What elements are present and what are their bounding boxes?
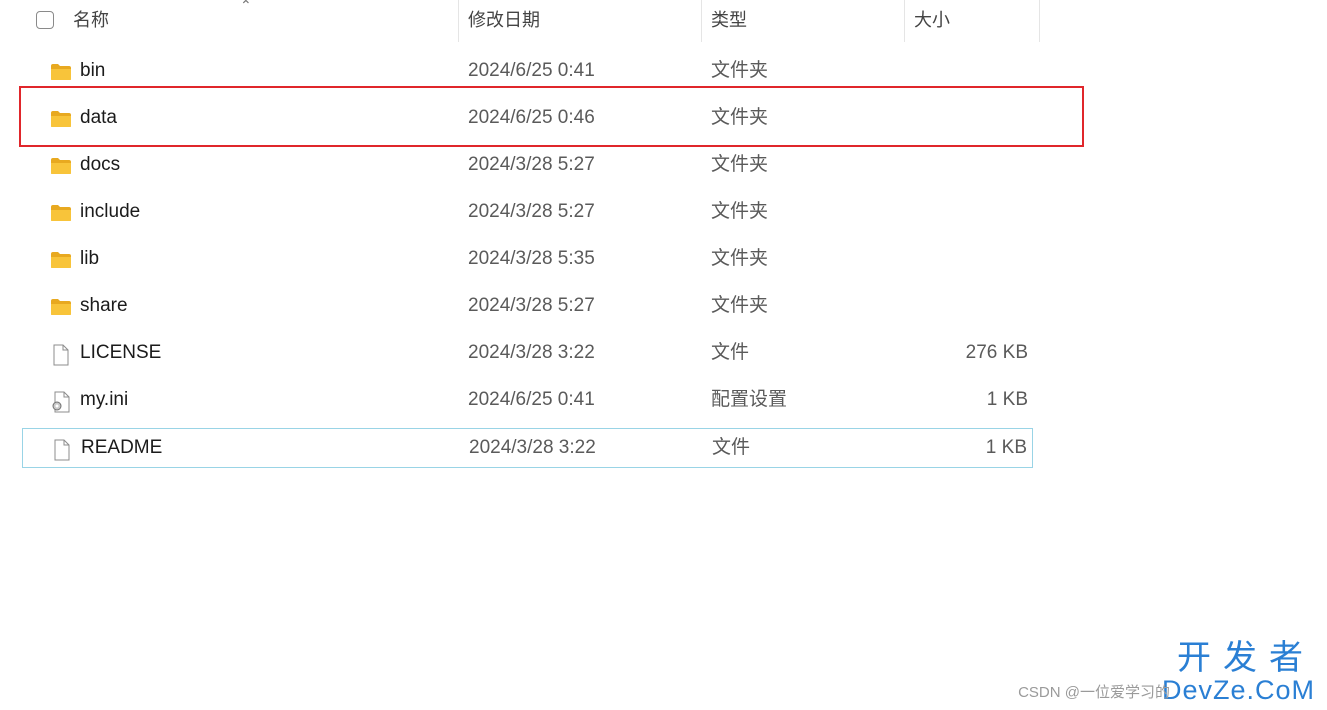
folder-icon [50, 109, 72, 129]
file-row-include[interactable]: include 2024/3/28 5:27 文件夹 [22, 193, 1033, 233]
folder-icon [50, 62, 72, 82]
chevron-up-icon: ⌃ [240, 0, 252, 13]
file-row-lib[interactable]: lib 2024/3/28 5:35 文件夹 [22, 240, 1033, 280]
file-row-bin[interactable]: bin 2024/6/25 0:41 文件夹 [22, 52, 1033, 92]
file-modified-date: 2024/3/28 3:22 [468, 342, 595, 363]
file-name: lib [80, 248, 100, 269]
file-modified-date: 2024/3/28 3:22 [469, 437, 596, 458]
file-name: docs [80, 154, 121, 175]
file-row-readme[interactable]: README 2024/3/28 3:22 文件 1 KB [22, 428, 1033, 468]
file-name: include [80, 201, 141, 222]
select-all-checkbox[interactable] [36, 11, 54, 29]
file-type: 文件夹 [711, 248, 769, 269]
file-explorer: 名称 ⌃ 修改日期 类型 大小 bin 2024/6/25 0:41 文件夹 data… [0, 0, 1327, 710]
file-modified-date: 2024/6/25 0:41 [468, 60, 595, 81]
file-size: 1 KB [985, 437, 1027, 458]
file-type: 文件夹 [711, 201, 769, 222]
file-modified-date: 2024/3/28 5:27 [468, 201, 595, 222]
file-icon [51, 439, 73, 461]
file-row-data[interactable]: data 2024/6/25 0:46 文件夹 [22, 99, 1033, 139]
file-modified-date: 2024/3/28 5:27 [468, 154, 595, 175]
column-header-name[interactable]: 名称 [73, 0, 109, 42]
file-name: share [80, 295, 128, 316]
file-type: 文件夹 [711, 295, 769, 316]
file-type: 配置设置 [711, 389, 788, 410]
watermark-title: 开发者 [1177, 638, 1315, 678]
column-divider[interactable] [904, 0, 905, 42]
file-type: 文件 [712, 437, 751, 458]
file-name: bin [80, 60, 106, 81]
config-file-icon [50, 391, 72, 413]
watermark-author: CSDN @一位爱学习的 [1018, 684, 1170, 701]
file-modified-date: 2024/3/28 5:27 [468, 295, 595, 316]
file-name: data [80, 107, 117, 128]
file-modified-date: 2024/6/25 0:46 [468, 107, 595, 128]
file-name: LICENSE [80, 342, 162, 363]
folder-icon [50, 203, 72, 223]
file-modified-date: 2024/6/25 0:41 [468, 389, 595, 410]
column-header-date[interactable]: 修改日期 [468, 0, 540, 42]
file-type: 文件 [711, 342, 750, 363]
column-divider[interactable] [458, 0, 459, 42]
column-header-type[interactable]: 类型 [711, 0, 747, 42]
column-header-size[interactable]: 大小 [914, 0, 950, 42]
watermark-domain: DevZe.CoM [1161, 675, 1315, 705]
file-size: 276 KB [965, 342, 1028, 363]
folder-icon [50, 156, 72, 176]
file-type: 文件夹 [711, 107, 769, 128]
file-icon [50, 344, 72, 366]
watermark: 开发者 CSDN @一位爱学习的 DevZe.CoM [1018, 638, 1315, 705]
column-divider[interactable] [1039, 0, 1040, 42]
file-row-share[interactable]: share 2024/3/28 5:27 文件夹 [22, 287, 1033, 327]
file-type: 文件夹 [711, 60, 769, 81]
folder-icon [50, 297, 72, 317]
file-row-license[interactable]: LICENSE 2024/3/28 3:22 文件 276 KB [22, 334, 1033, 374]
column-divider[interactable] [701, 0, 702, 42]
file-name: my.ini [80, 389, 129, 410]
file-type: 文件夹 [711, 154, 769, 175]
column-header: 名称 ⌃ 修改日期 类型 大小 [0, 0, 1040, 42]
file-row-docs[interactable]: docs 2024/3/28 5:27 文件夹 [22, 146, 1033, 186]
file-modified-date: 2024/3/28 5:35 [468, 248, 595, 269]
folder-icon [50, 250, 72, 270]
file-name: README [81, 437, 163, 458]
file-size: 1 KB [986, 389, 1028, 410]
file-row-my-ini[interactable]: my.ini 2024/6/25 0:41 配置设置 1 KB [22, 381, 1033, 421]
